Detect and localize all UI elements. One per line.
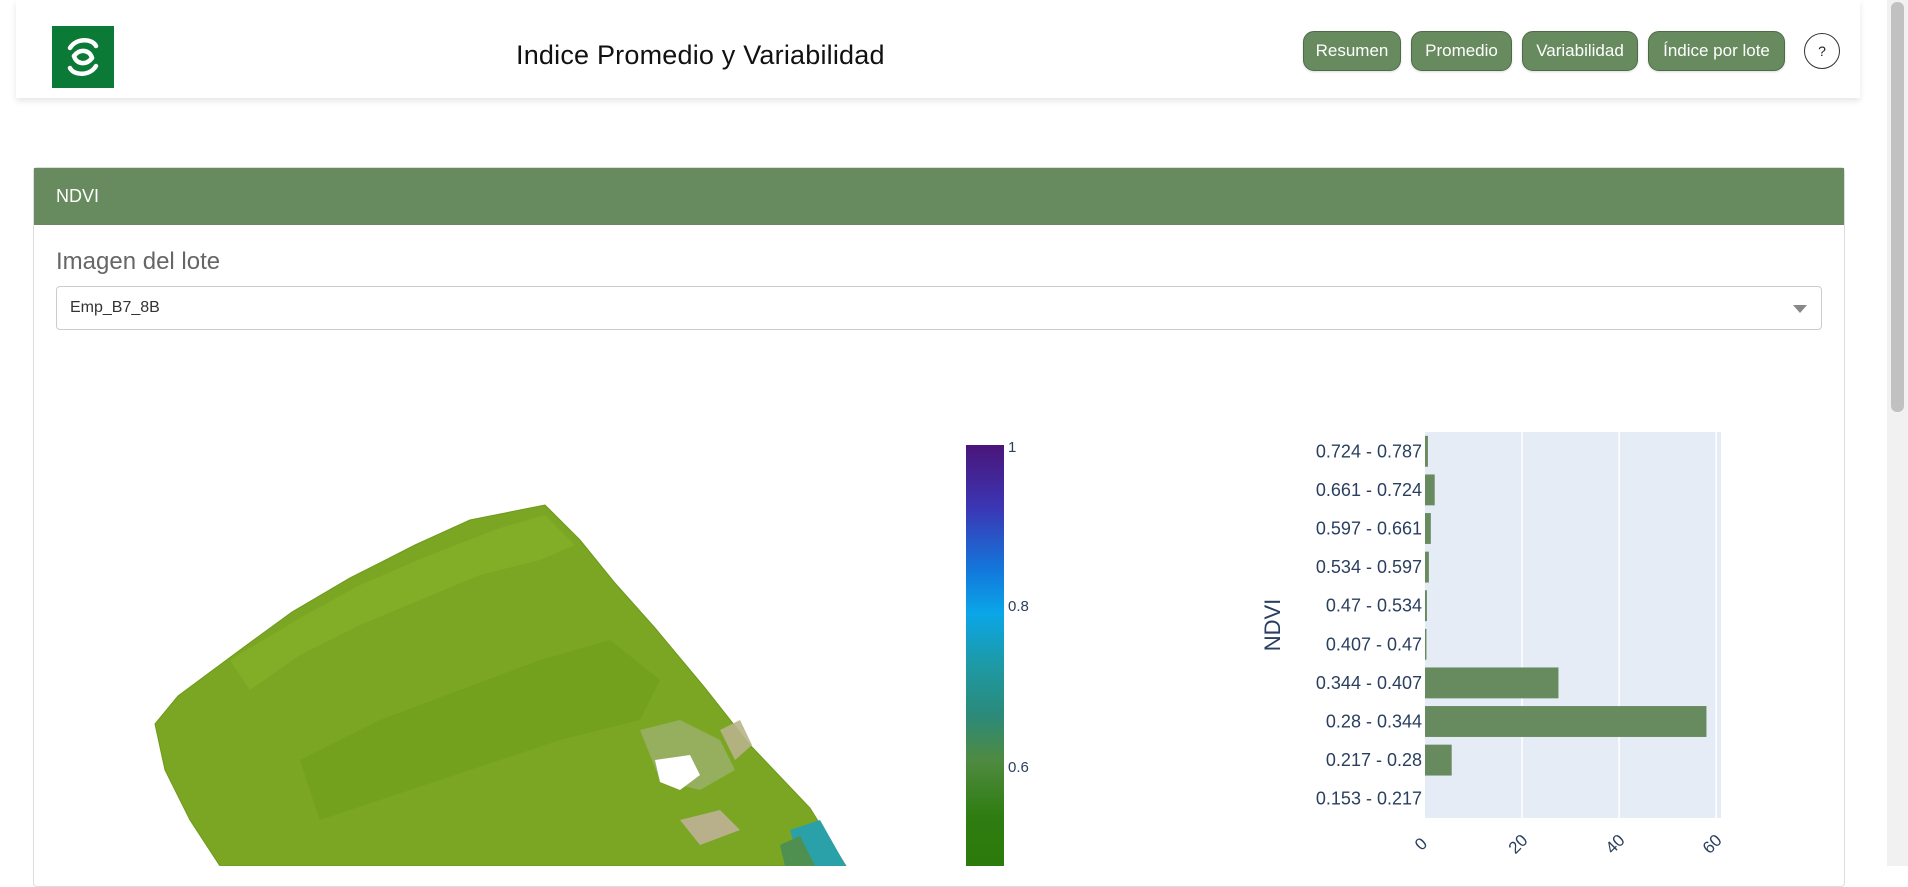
bar-0.724-0.787 <box>1425 435 1428 467</box>
y-tick-label: 0.534 - 0.597 <box>1316 557 1422 577</box>
page-scrollbar[interactable] <box>1887 0 1908 866</box>
y-tick-label: 0.28 - 0.344 <box>1326 712 1422 732</box>
y-tick-label: 0.724 - 0.787 <box>1316 441 1422 461</box>
bar-0.47-0.534 <box>1425 590 1427 622</box>
x-tick-label: 60 <box>1699 831 1726 858</box>
x-tick-label: 40 <box>1602 831 1629 858</box>
bar-0.344-0.407 <box>1425 667 1559 699</box>
y-tick-label: 0.344 - 0.407 <box>1316 673 1422 693</box>
y-axis-title: NDVI <box>1260 599 1285 652</box>
scrollbar-thumb[interactable] <box>1891 2 1904 412</box>
bar-0.534-0.597 <box>1425 551 1429 583</box>
bar-0.407-0.47 <box>1425 628 1427 660</box>
y-tick-label: 0.217 - 0.28 <box>1326 750 1422 770</box>
y-tick-label: 0.597 - 0.661 <box>1316 519 1422 539</box>
bar-0.28-0.344 <box>1425 706 1707 737</box>
x-tick-label: 0 <box>1411 834 1431 854</box>
y-tick-label: 0.661 - 0.724 <box>1316 480 1422 500</box>
ndvi-histogram: 0 20 40 60 0.153 - 0.217 0.217 - 0.28 0.28 - 0… <box>1260 432 1726 858</box>
y-tick-label: 0.47 - 0.534 <box>1326 596 1422 616</box>
bar-0.597-0.661 <box>1425 513 1431 544</box>
plot-area <box>1425 432 1721 818</box>
bar-0.217-0.28 <box>1425 744 1452 776</box>
y-tick-label: 0.407 - 0.47 <box>1326 634 1422 654</box>
y-tick-label: 0.153 - 0.217 <box>1316 789 1422 809</box>
x-tick-label: 20 <box>1505 831 1532 858</box>
bar-0.661-0.724 <box>1425 474 1435 506</box>
